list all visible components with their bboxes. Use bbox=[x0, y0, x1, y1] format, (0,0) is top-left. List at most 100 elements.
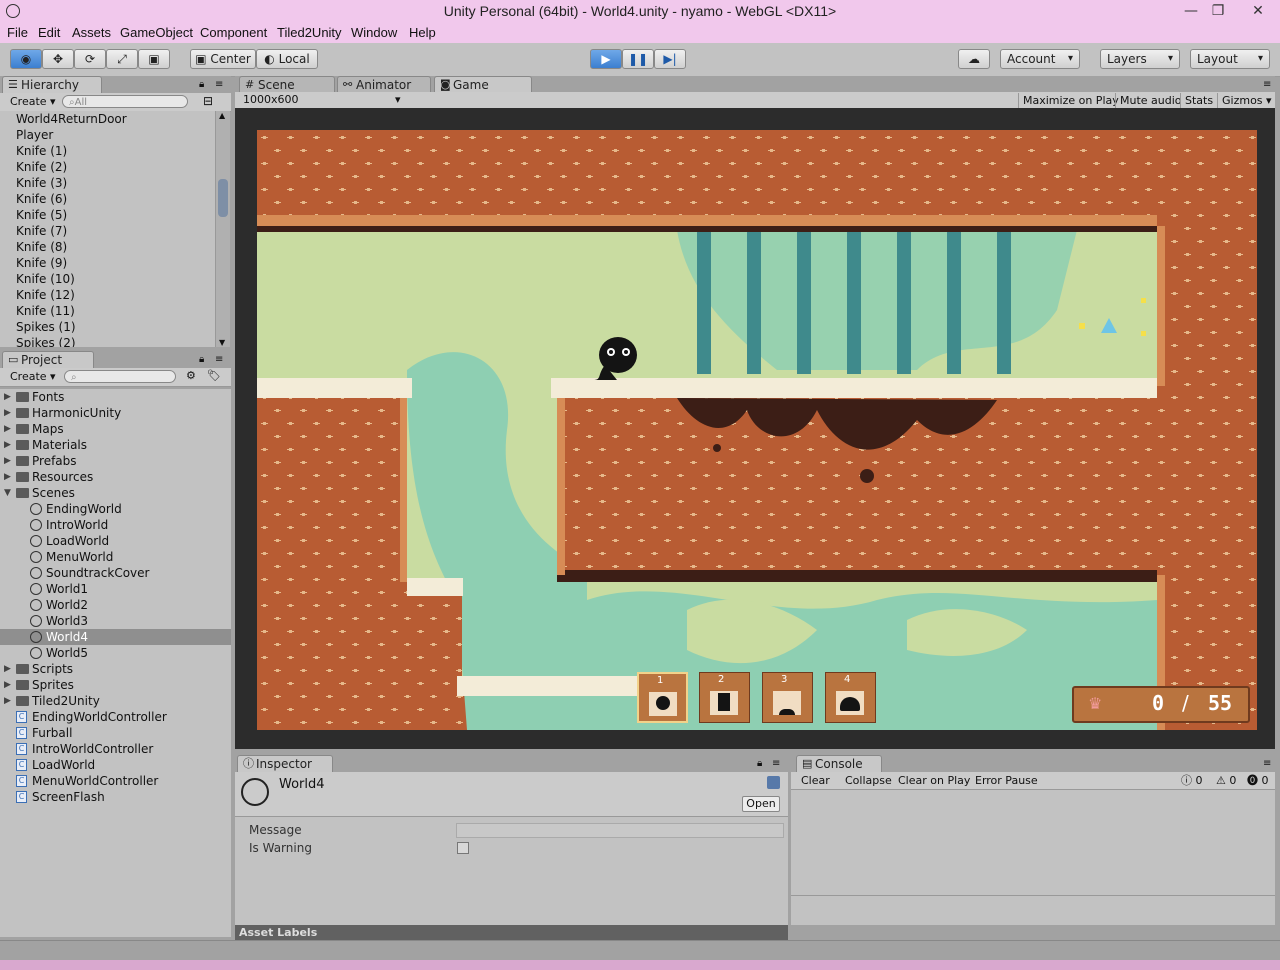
help-book-icon[interactable] bbox=[767, 776, 780, 789]
gizmos-dropdown[interactable]: Gizmos ▾ bbox=[1217, 93, 1276, 108]
pivot-local-button[interactable]: ◐ Local bbox=[256, 49, 318, 69]
hierarchy-search-input[interactable]: ⌕All bbox=[62, 95, 188, 108]
console-detail-area[interactable] bbox=[791, 896, 1275, 925]
filter-type-icon[interactable]: ⚙ bbox=[186, 369, 196, 382]
hierarchy-item[interactable]: Knife (2) bbox=[0, 159, 215, 175]
filter-label-icon[interactable]: 🏷︎ bbox=[207, 369, 221, 382]
close-button[interactable]: ✕ bbox=[1236, 0, 1280, 22]
tab-project[interactable]: ▭ Project bbox=[2, 351, 94, 368]
info-count-toggle[interactable]: ⓘ 0 bbox=[1181, 774, 1203, 788]
resolution-dropdown[interactable]: 1000x600 ▾ bbox=[243, 93, 403, 106]
mute-audio-toggle[interactable]: Mute audio bbox=[1115, 93, 1186, 108]
layers-dropdown[interactable]: Layers bbox=[1100, 49, 1180, 69]
project-create-button[interactable]: Create ▾ bbox=[10, 370, 56, 384]
hierarchy-filter-icon[interactable]: ⊟ bbox=[203, 94, 213, 108]
collapsed-arrow-icon[interactable]: ▶ bbox=[4, 661, 14, 677]
hierarchy-item[interactable]: Knife (10) bbox=[0, 271, 215, 287]
project-item[interactable]: World4 bbox=[0, 629, 231, 645]
step-button[interactable]: ▶| bbox=[654, 49, 686, 69]
rotate-tool-button[interactable]: ⟳ bbox=[74, 49, 106, 69]
project-item[interactable]: ▶ Resources bbox=[0, 469, 231, 485]
play-button[interactable]: ▶ bbox=[590, 49, 622, 69]
hierarchy-item[interactable]: Knife (3) bbox=[0, 175, 215, 191]
menu-help[interactable]: Help bbox=[409, 25, 436, 40]
scale-tool-button[interactable]: ⤢ bbox=[106, 49, 138, 69]
inspector-menu-icon[interactable]: ≡ bbox=[772, 758, 780, 769]
project-item[interactable]: IntroWorld bbox=[0, 517, 231, 533]
project-item[interactable]: World5 bbox=[0, 645, 231, 661]
panel-menu-icon[interactable]: ≡ bbox=[215, 79, 223, 90]
collapsed-arrow-icon[interactable]: ▶ bbox=[4, 421, 14, 437]
game-panel-menu-icon[interactable]: ≡ bbox=[1263, 79, 1271, 90]
project-item[interactable]: MenuWorld bbox=[0, 549, 231, 565]
view-tool-button[interactable]: ◉ bbox=[10, 49, 42, 69]
project-item[interactable]: C MenuWorldController bbox=[0, 773, 231, 789]
project-item[interactable]: World3 bbox=[0, 613, 231, 629]
project-item[interactable]: ▶ HarmonicUnity bbox=[0, 405, 231, 421]
tab-hierarchy[interactable]: ☰ Hierarchy bbox=[2, 76, 102, 93]
hierarchy-item[interactable]: Player bbox=[0, 127, 215, 143]
asset-labels-bar[interactable]: Asset Labels bbox=[235, 925, 788, 940]
menu-window[interactable]: Window bbox=[351, 25, 397, 40]
project-search-input[interactable]: ⌕ bbox=[64, 370, 176, 383]
collapsed-arrow-icon[interactable]: ▶ bbox=[4, 437, 14, 453]
menu-tiled2unity[interactable]: Tiled2Unity bbox=[277, 25, 342, 40]
hierarchy-item[interactable]: Knife (12) bbox=[0, 287, 215, 303]
console-clear-on-play-button[interactable]: Clear on Play bbox=[898, 774, 970, 788]
project-item[interactable]: EndingWorld bbox=[0, 501, 231, 517]
account-dropdown[interactable]: Account bbox=[1000, 49, 1080, 69]
collapsed-arrow-icon[interactable]: ▶ bbox=[4, 389, 14, 405]
project-item[interactable]: ▶ Scripts bbox=[0, 661, 231, 677]
console-error-pause-button[interactable]: Error Pause bbox=[975, 774, 1038, 788]
tab-scene[interactable]: # Scene bbox=[239, 76, 335, 93]
hierarchy-item[interactable]: Knife (9) bbox=[0, 255, 215, 271]
console-menu-icon[interactable]: ≡ bbox=[1263, 758, 1271, 769]
project-item[interactable]: World2 bbox=[0, 597, 231, 613]
hierarchy-scroll-thumb[interactable] bbox=[218, 179, 228, 217]
project-item[interactable]: C Furball bbox=[0, 725, 231, 741]
project-item[interactable]: ▶ Fonts bbox=[0, 389, 231, 405]
hierarchy-item[interactable]: Spikes (1) bbox=[0, 319, 215, 335]
collapsed-arrow-icon[interactable]: ▶ bbox=[4, 405, 14, 421]
hierarchy-item[interactable]: Knife (1) bbox=[0, 143, 215, 159]
console-clear-button[interactable]: Clear bbox=[801, 774, 830, 788]
collapsed-arrow-icon[interactable]: ▶ bbox=[4, 469, 14, 485]
hierarchy-item[interactable]: Spikes (2) bbox=[0, 335, 215, 347]
project-item[interactable]: ▶ Maps bbox=[0, 421, 231, 437]
pivot-center-button[interactable]: ▣ Center bbox=[190, 49, 256, 69]
error-count-toggle[interactable]: ⓿ 0 bbox=[1247, 774, 1269, 788]
tab-inspector[interactable]: ⓘ Inspector bbox=[237, 755, 333, 772]
move-tool-button[interactable]: ✥ bbox=[42, 49, 74, 69]
project-item[interactable]: ▼ Scenes bbox=[0, 485, 231, 501]
stats-toggle[interactable]: Stats bbox=[1180, 93, 1217, 108]
scroll-up-icon[interactable]: ▲ bbox=[219, 111, 225, 120]
cloud-button[interactable]: ☁ bbox=[958, 49, 990, 69]
hierarchy-item[interactable]: World4ReturnDoor bbox=[0, 111, 215, 127]
project-item[interactable]: World1 bbox=[0, 581, 231, 597]
project-panel-menu-icon[interactable]: ≡ bbox=[215, 354, 223, 365]
tab-console[interactable]: ▤ Console bbox=[796, 755, 882, 772]
project-item[interactable]: C LoadWorld bbox=[0, 757, 231, 773]
project-lock-icon[interactable]: 🔒︎ bbox=[199, 354, 204, 365]
menu-edit[interactable]: Edit bbox=[38, 25, 60, 40]
project-item[interactable]: LoadWorld bbox=[0, 533, 231, 549]
project-item[interactable]: SoundtrackCover bbox=[0, 565, 231, 581]
hud-slot-3[interactable]: 3 bbox=[762, 672, 813, 723]
collapsed-arrow-icon[interactable]: ▶ bbox=[4, 693, 14, 709]
pause-button[interactable]: ❚❚ bbox=[622, 49, 654, 69]
console-log-area[interactable] bbox=[791, 790, 1275, 896]
warning-count-toggle[interactable]: ⚠ 0 bbox=[1216, 774, 1236, 788]
hierarchy-item[interactable]: Knife (11) bbox=[0, 303, 215, 319]
project-item[interactable]: C EndingWorldController bbox=[0, 709, 231, 725]
lock-icon[interactable]: 🔒︎ bbox=[199, 79, 204, 90]
collapsed-arrow-icon[interactable]: ▶ bbox=[4, 453, 14, 469]
menu-file[interactable]: File bbox=[7, 25, 28, 40]
project-item[interactable]: C IntroWorldController bbox=[0, 741, 231, 757]
menu-gameobject[interactable]: GameObject bbox=[120, 25, 193, 40]
menu-component[interactable]: Component bbox=[200, 25, 267, 40]
minimize-button[interactable]: — bbox=[1176, 0, 1206, 22]
collapsed-arrow-icon[interactable]: ▶ bbox=[4, 677, 14, 693]
hierarchy-item[interactable]: Knife (6) bbox=[0, 191, 215, 207]
hud-slot-4[interactable]: 4 bbox=[825, 672, 876, 723]
hierarchy-item[interactable]: Knife (5) bbox=[0, 207, 215, 223]
